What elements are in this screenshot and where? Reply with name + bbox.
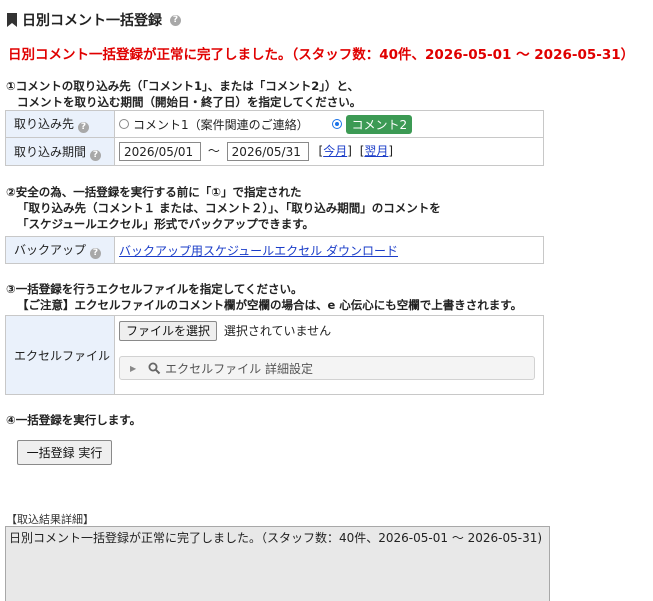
step3-form: エクセルファイル ファイルを選択 選択されていません ▶ エクセルファイル 詳細… xyxy=(5,315,544,395)
choose-file-button[interactable]: ファイルを選択 xyxy=(119,321,218,341)
this-month-link-wrap: [今月] xyxy=(319,144,352,158)
target-options: コメント1（案件関連のご連絡） コメント2 xyxy=(114,110,544,138)
step4-instructions: ④一括登録を実行します。 xyxy=(6,412,141,428)
bracket-close: ] xyxy=(388,144,394,158)
this-month-link[interactable]: 今月 xyxy=(323,144,347,158)
page-header: 日別コメント一括登録 ? xyxy=(6,10,181,30)
backup-cell: バックアップ用スケジュールエクセル ダウンロード xyxy=(114,236,544,264)
end-date-input[interactable]: 2026/05/31 xyxy=(226,142,309,161)
step3-instructions: ③一括登録を行うエクセルファイルを指定してください。 【ご注意】エクセルファイル… xyxy=(6,281,522,313)
step2-line1: ②安全の為、一括登録を実行する前に「①」で指定された xyxy=(6,185,302,199)
period-label-cell: 取り込み期間? xyxy=(5,137,115,166)
next-month-link-wrap: [翌月] xyxy=(360,144,393,158)
search-icon xyxy=(148,362,161,374)
bookmark-icon xyxy=(7,13,17,27)
help-icon[interactable]: ? xyxy=(90,149,102,161)
file-label-cell: エクセルファイル xyxy=(5,315,115,395)
success-message: 日別コメント一括登録が正常に完了しました。（スタッフ数：40件、2026-05-… xyxy=(8,47,635,63)
detail-settings-toggle[interactable]: ▶ エクセルファイル 詳細設定 xyxy=(119,356,535,380)
step3-line2: 【ご注意】エクセルファイルのコメント欄が空欄の場合は、e 心伝心にも空欄で上書き… xyxy=(17,298,523,312)
help-icon[interactable]: ? xyxy=(90,248,102,259)
radio-comment2-label[interactable]: コメント2 xyxy=(346,114,413,134)
radio-checked-icon[interactable] xyxy=(332,119,343,129)
bracket-close: ] xyxy=(347,144,352,158)
step3-line1: ③一括登録を行うエクセルファイルを指定してください。 xyxy=(6,282,303,296)
step1-line2: コメントを取り込む期間（開始日・終了日）を指定してください。 xyxy=(17,95,362,109)
result-textarea[interactable]: 日別コメント一括登録が正常に完了しました。（スタッフ数：40件、2026-05-… xyxy=(5,526,550,601)
next-month-link[interactable]: 翌月 xyxy=(364,144,388,158)
target-label: 取り込み先 xyxy=(14,117,75,131)
step1-line1: ①コメントの取り込み先（「コメント1」、または「コメント2」）と、 xyxy=(6,79,360,93)
step1-instructions: ①コメントの取り込み先（「コメント1」、または「コメント2」）と、 コメントを取… xyxy=(6,78,361,110)
step1-form: 取り込み先? コメント1（案件関連のご連絡） コメント2 取り込み期間? 202… xyxy=(5,110,544,166)
radio-unchecked-icon[interactable] xyxy=(119,119,129,129)
no-file-text: 選択されていません xyxy=(223,324,332,338)
target-label-cell: 取り込み先? xyxy=(5,110,115,138)
period-fields: 2026/05/01 〜 2026/05/31 [今月] [翌月] xyxy=(114,137,544,166)
date-separator: 〜 xyxy=(207,144,220,158)
page-title: 日別コメント一括登録 xyxy=(22,13,162,29)
radio-comment2[interactable]: コメント2 xyxy=(332,114,413,134)
file-label: エクセルファイル xyxy=(14,348,111,363)
radio-comment1[interactable]: コメント1（案件関連のご連絡） xyxy=(119,116,309,133)
help-icon[interactable]: ? xyxy=(170,14,181,26)
backup-download-link[interactable]: バックアップ用スケジュールエクセル ダウンロード xyxy=(119,244,398,258)
step2-form: バックアップ? バックアップ用スケジュールエクセル ダウンロード xyxy=(5,236,544,264)
help-icon[interactable]: ? xyxy=(78,122,90,133)
step2-instructions: ②安全の為、一括登録を実行する前に「①」で指定された 「取り込み先（コメント１ … xyxy=(6,184,441,232)
caret-right-icon: ▶ xyxy=(130,363,137,373)
step2-line3: 「スケジュールエクセル」形式でバックアップできます。 xyxy=(17,217,315,231)
backup-label: バックアップ xyxy=(14,243,87,257)
file-cell: ファイルを選択 選択されていません ▶ エクセルファイル 詳細設定 xyxy=(114,315,544,395)
backup-label-cell: バックアップ? xyxy=(5,236,115,264)
detail-settings-label[interactable]: エクセルファイル 詳細設定 xyxy=(165,360,313,377)
start-date-input[interactable]: 2026/05/01 xyxy=(119,142,201,161)
radio-comment1-label[interactable]: コメント1（案件関連のご連絡） xyxy=(133,116,309,133)
execute-button[interactable]: 一括登録 実行 xyxy=(17,440,112,465)
period-label: 取り込み期間 xyxy=(14,144,87,159)
step4-line1: ④一括登録を実行します。 xyxy=(6,413,142,427)
step2-line2: 「取り込み先（コメント１ または、コメント２）」、「取り込み期間」のコメントを xyxy=(17,201,441,215)
result-label: 【取込結果詳細】 xyxy=(6,513,94,526)
